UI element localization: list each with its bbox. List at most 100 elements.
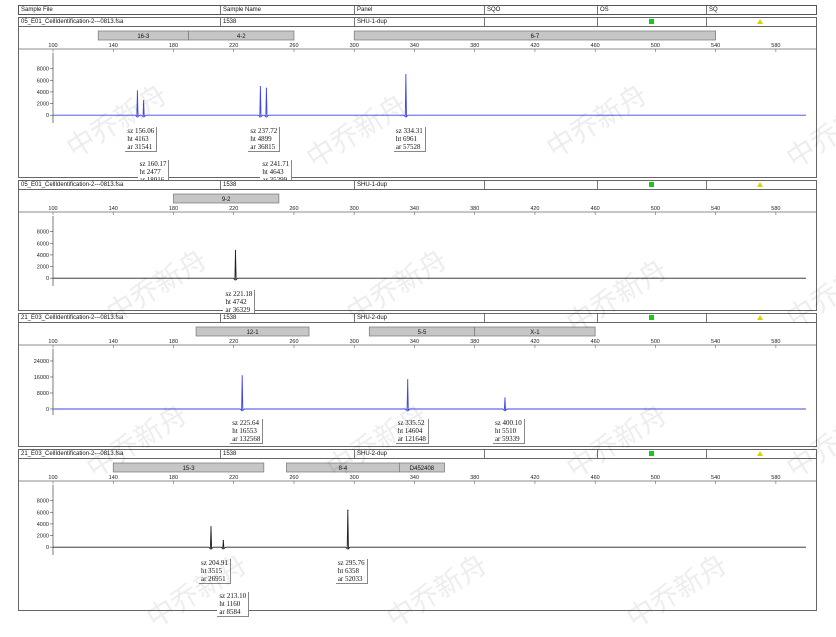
trace-line (53, 375, 806, 412)
peak-label: sz 237.72 ht 4899 ar 36815 (248, 127, 281, 152)
sq-warning-icon (757, 182, 763, 187)
x-tick-label: 180 (169, 206, 178, 212)
x-tick-label: 220 (229, 206, 238, 212)
y-tick-label: 6000 (37, 510, 49, 516)
peak-ar: ar 121648 (397, 435, 426, 443)
header-panel: Panel (354, 6, 372, 14)
header-sample-name: Sample Name (220, 6, 261, 14)
y-tick-label: 0 (46, 407, 49, 413)
electropherogram-chart: 9-2 100 140 180 220 260 300 340 380 420 460 500 540 5… (19, 193, 816, 286)
peak-label: sz 213.10 ht 1160 ar 8584 (217, 592, 250, 617)
x-tick-label: 420 (530, 339, 539, 345)
electropherogram-panel: 21_E03_CellIdentification-2---0813.fsa 15… (18, 449, 817, 617)
x-tick-label: 420 (530, 475, 539, 481)
info-cell-divider (706, 450, 709, 458)
panel-info-bar: 21_E03_CellIdentification-2---0813.fsa 15… (19, 450, 816, 459)
info-cell-divider (597, 450, 600, 458)
y-tick-label: 2000 (37, 265, 49, 271)
header-sqo: SQO (484, 6, 500, 14)
peak-sz: sz 237.72 (250, 127, 278, 135)
x-tick-label: 460 (591, 475, 600, 481)
peak-marker (136, 90, 139, 92)
x-tick-label: 100 (48, 206, 57, 212)
peak-ht: ht 6961 (395, 135, 418, 143)
peak-sz: sz 213.10 (219, 592, 247, 600)
x-tick-label: 460 (591, 43, 600, 49)
x-tick-label: 300 (350, 206, 359, 212)
electropherogram-chart: 15-3 8-4 D452408 100 140 180 220 260 300 340 380 42… (19, 462, 816, 555)
y-tick-label: 0 (46, 276, 49, 282)
peak-ar: ar 59339 (494, 435, 520, 443)
x-tick-label: 140 (109, 339, 118, 345)
x-tick-label: 100 (48, 43, 57, 49)
x-tick-label: 340 (410, 43, 419, 49)
x-tick-label: 380 (470, 206, 479, 212)
peak-sz: sz 335.52 (397, 419, 425, 427)
x-tick-label: 260 (289, 339, 298, 345)
panel-info-bar: 05_E01_CellIdentification-2---0813.fsa 15… (19, 181, 816, 190)
peak-sz: sz 295.76 (337, 559, 365, 567)
electropherogram-chart: 16-3 4-2 6-7 100 140 180 220 260 300 340 380 420 460… (19, 30, 816, 123)
os-status-icon (649, 451, 654, 456)
electropherogram-panel: 05_E01_CellIdentification-2---0813.fsa 15… (18, 17, 817, 185)
peak-sz: sz 241.71 (262, 160, 290, 168)
x-tick-label: 100 (48, 475, 57, 481)
x-tick-label: 500 (651, 206, 660, 212)
column-header: Sample File Sample Name Panel SQO OS SQ (18, 5, 817, 15)
sample-name-label: 1538 (220, 18, 236, 26)
x-tick-label: 300 (350, 475, 359, 481)
peak-ht: ht 4643 (262, 168, 284, 176)
peak-ht: ht 1160 (219, 600, 241, 608)
x-tick-label: 540 (711, 43, 720, 49)
peak-sz: sz 400.10 (494, 419, 522, 427)
panel-name-label: SHU-1-dup (354, 18, 387, 26)
x-tick-label: 420 (530, 206, 539, 212)
x-tick-label: 540 (711, 206, 720, 212)
peak-label: sz 221.18 ht 4742 ar 36329 (223, 290, 256, 315)
bin-label: 15-3 (183, 466, 196, 472)
panel-name-label: SHU-2-dup (354, 314, 387, 322)
x-tick-label: 100 (48, 339, 57, 345)
x-tick-label: 380 (470, 43, 479, 49)
bin-label: 4-2 (237, 34, 246, 40)
info-cell-divider (597, 314, 600, 322)
y-tick-label: 4000 (37, 90, 49, 96)
peak-ht: ht 4899 (250, 135, 272, 143)
peak-ar: ar 52033 (337, 575, 363, 583)
peak-sz: sz 334.31 (395, 127, 423, 135)
peak-ht: ht 14604 (397, 427, 423, 435)
os-status-icon (649, 315, 654, 320)
x-tick-label: 500 (651, 475, 660, 481)
bin-label: X-1 (530, 330, 540, 336)
info-cell-divider (484, 450, 487, 458)
panel-info-bar: 21_E03_CellIdentification-2---0813.fsa 15… (19, 314, 816, 323)
peak-marker (347, 509, 349, 511)
peak-ar: ar 26951 (200, 575, 226, 583)
peak-label: sz 295.76 ht 6358 ar 52033 (335, 559, 368, 584)
info-cell-divider (706, 314, 709, 322)
os-status-icon (649, 19, 654, 24)
info-cell-divider (706, 181, 709, 189)
peak-marker (407, 379, 409, 381)
peak-label: sz 225.64 ht 16553 ar 132568 (230, 419, 264, 444)
y-tick-label: 2000 (37, 102, 49, 108)
header-sample-file: Sample File (21, 7, 53, 13)
x-tick-label: 180 (169, 475, 178, 481)
x-tick-label: 580 (771, 475, 780, 481)
peak-label: sz 204.91 ht 3515 ar 26951 (198, 559, 231, 584)
y-tick-label: 4000 (37, 522, 49, 528)
x-tick-label: 580 (771, 206, 780, 212)
y-tick-label: 16000 (34, 375, 49, 381)
bin-label: 9-2 (222, 197, 231, 203)
peak-sz: sz 225.64 (232, 419, 260, 427)
peak-label: sz 335.52 ht 14604 ar 121648 (395, 419, 429, 444)
header-sq: SQ (706, 6, 718, 14)
x-tick-label: 540 (711, 475, 720, 481)
peak-marker (265, 87, 268, 89)
x-tick-label: 380 (470, 339, 479, 345)
peak-label: sz 334.31 ht 6961 ar 57528 (393, 127, 426, 152)
peak-marker (405, 74, 407, 76)
y-tick-label: 8000 (37, 499, 49, 505)
peak-marker (259, 86, 262, 88)
bin-label: 5-5 (418, 330, 427, 336)
